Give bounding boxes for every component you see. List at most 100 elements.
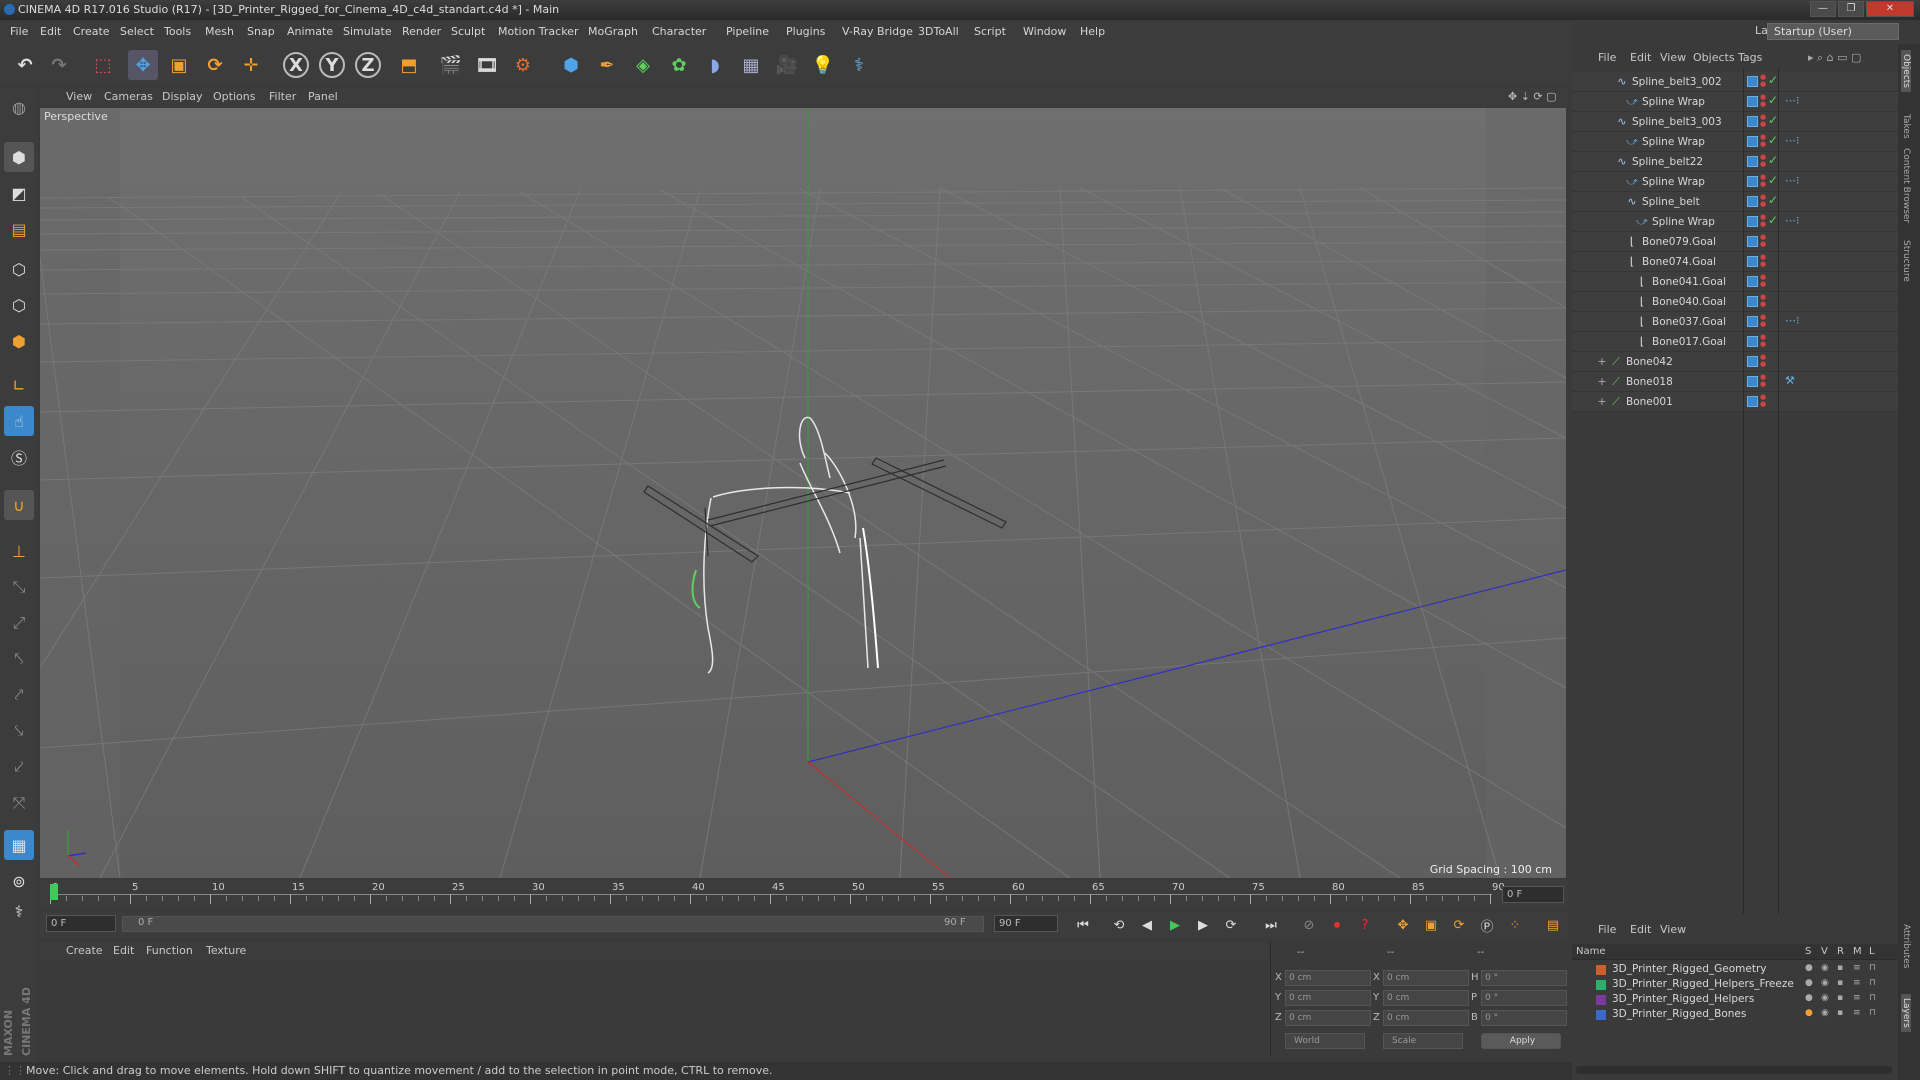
pos-y-field[interactable]: 0 cm <box>1285 990 1371 1006</box>
motion-record-icon[interactable]: ⊘ <box>1297 913 1321 937</box>
tab-structure[interactable]: Structure <box>1901 240 1911 282</box>
layer-color-swatch[interactable] <box>1747 136 1758 147</box>
menu-file[interactable]: File <box>10 25 28 38</box>
layer-flag-icon[interactable]: ◉ <box>1821 993 1829 1003</box>
object-name[interactable]: Spline Wrap <box>1642 96 1705 108</box>
auto-key-icon[interactable]: ? <box>1353 913 1377 937</box>
layer-col-m[interactable]: M <box>1853 946 1862 957</box>
layer-color-swatch[interactable] <box>1747 96 1758 107</box>
transform-icon[interactable]: ✛ <box>236 50 266 80</box>
object-name[interactable]: Bone074.Goal <box>1642 256 1716 268</box>
array-icon[interactable]: ✿ <box>664 50 694 80</box>
enabled-check-icon[interactable]: ✓ <box>1768 73 1778 87</box>
redo-icon[interactable]: ↷ <box>44 50 74 80</box>
camera-icon[interactable]: 🎥 <box>772 50 802 80</box>
layer-color-swatch[interactable] <box>1747 196 1758 207</box>
play-icon[interactable]: ▶ <box>1163 913 1187 937</box>
layer-row[interactable]: 3D_Printer_Rigged_Helpers_Freeze ● ◉ ▪ ≡ ⊓ <box>1572 977 1898 992</box>
layer-col-s[interactable]: S <box>1805 946 1811 957</box>
size-y-field[interactable]: 0 cm <box>1383 990 1469 1006</box>
visibility-dots-icon[interactable]: ● ● <box>1760 94 1766 108</box>
layer-color-swatch[interactable] <box>1596 1010 1606 1020</box>
close-button[interactable]: ✕ <box>1866 1 1914 17</box>
texture-mode-icon[interactable]: ◩ <box>4 178 34 208</box>
expand-icon[interactable]: + <box>1596 375 1608 388</box>
minimize-button[interactable]: — <box>1810 1 1836 17</box>
tab-takes[interactable]: Takes <box>1901 114 1911 139</box>
z-axis-icon[interactable]: Z <box>355 52 381 78</box>
visibility-dots-icon[interactable]: ● ● <box>1760 114 1766 128</box>
ik-tool-icon[interactable]: ⤡ <box>4 572 34 602</box>
om-menu-file[interactable]: File <box>1598 51 1616 64</box>
prev-key-icon[interactable]: ⟲ <box>1107 913 1131 937</box>
layer-flag-icon[interactable]: ≡ <box>1853 963 1861 973</box>
size-x-field[interactable]: 0 cm <box>1383 970 1469 986</box>
visibility-dots-icon[interactable]: ● ● <box>1760 154 1766 168</box>
visibility-dots-icon[interactable]: ● ● <box>1760 294 1766 308</box>
layer-col-name[interactable]: Name <box>1576 946 1606 957</box>
timeline-ruler[interactable]: 051015202530354045505560657075808590 0 F <box>40 880 1568 910</box>
menu-sculpt[interactable]: Sculpt <box>451 25 485 38</box>
scale-dropdown[interactable]: Scale <box>1383 1033 1463 1049</box>
pose-tool-icon[interactable]: ⤧ <box>4 788 34 818</box>
menu-mograph[interactable]: MoGraph <box>588 25 638 38</box>
polygons-mode-icon[interactable]: ⬢ <box>4 326 34 356</box>
rot-b-field[interactable]: 0 ° <box>1481 1010 1567 1026</box>
start-frame-field[interactable]: 0 F <box>46 915 116 932</box>
layer-color-swatch[interactable] <box>1747 276 1758 287</box>
workplane-icon[interactable]: ▤ <box>4 214 34 244</box>
menu-animate[interactable]: Animate <box>287 25 333 38</box>
pos-z-field[interactable]: 0 cm <box>1285 1010 1371 1026</box>
key-rotation-icon[interactable]: ⟳ <box>1447 913 1471 937</box>
go-to-end-icon[interactable]: ⏭ <box>1259 913 1283 937</box>
maximize-button[interactable]: ❐ <box>1838 1 1864 17</box>
render-settings-icon[interactable]: ⚙ <box>508 50 538 80</box>
spiral-icon[interactable]: ⊚ <box>4 866 34 896</box>
undo-icon[interactable]: ↶ <box>10 50 40 80</box>
render-view-icon[interactable]: 🎬 <box>436 50 466 80</box>
layer-flag-icon[interactable]: ● <box>1805 978 1813 988</box>
tag-icon[interactable]: ⋯⁝ <box>1785 174 1800 187</box>
om-menu-objects[interactable]: Objects <box>1693 51 1735 64</box>
layer-flag-icon[interactable]: ◉ <box>1821 1008 1829 1018</box>
tag-icon[interactable]: ⋯⁝ <box>1785 134 1800 147</box>
mat-menu-create[interactable]: Create <box>66 944 103 957</box>
size-z-field[interactable]: 0 cm <box>1383 1010 1469 1026</box>
mat-menu-texture[interactable]: Texture <box>206 944 246 957</box>
object-name[interactable]: Spline_belt <box>1642 196 1700 208</box>
object-name[interactable]: Bone040.Goal <box>1652 296 1726 308</box>
coordinate-system-icon[interactable]: ⬒ <box>394 50 424 80</box>
rotate-icon[interactable]: ⟳ <box>200 50 230 80</box>
layer-flag-icon[interactable]: ⊓ <box>1869 978 1876 988</box>
move-icon[interactable]: ✥ <box>128 50 158 80</box>
object-row[interactable]: + ⟋ Bone018 ● ● ⚒ <box>1572 372 1898 392</box>
enabled-check-icon[interactable]: ✓ <box>1768 193 1778 207</box>
pos-x-field[interactable]: 0 cm <box>1285 970 1371 986</box>
layer-color-swatch[interactable] <box>1596 965 1606 975</box>
object-name[interactable]: Bone001 <box>1626 396 1673 408</box>
scale-icon[interactable]: ▣ <box>164 50 194 80</box>
vp-menu-cameras[interactable]: Cameras <box>104 90 153 103</box>
tag-icon[interactable]: ⋯⁝ <box>1785 94 1800 107</box>
enabled-check-icon[interactable]: ✓ <box>1768 153 1778 167</box>
vp-menu-filter[interactable]: Filter <box>269 90 296 103</box>
layer-flag-icon[interactable]: ⊓ <box>1869 1008 1876 1018</box>
layer-flag-icon[interactable]: ≡ <box>1853 993 1861 1003</box>
object-mode-icon[interactable]: ⬢ <box>4 142 34 172</box>
object-row[interactable]: ∿ Spline_belt3_003 ● ● ✓ <box>1572 112 1898 132</box>
next-key-icon[interactable]: ⟳ <box>1219 913 1243 937</box>
viewport-perspective[interactable]: Perspective Grid Spacing : 100 cm <box>40 108 1566 878</box>
end-frame-field[interactable]: 90 F <box>994 915 1058 932</box>
visibility-dots-icon[interactable]: ● ● <box>1760 334 1766 348</box>
record-icon[interactable]: ⏺ <box>1325 913 1349 937</box>
key-position-icon[interactable]: ✥ <box>1391 913 1415 937</box>
menu-3dtoall[interactable]: 3DToAll <box>918 25 959 38</box>
layer-flag-icon[interactable]: ≡ <box>1853 978 1861 988</box>
layer-flag-icon[interactable]: ◉ <box>1821 978 1829 988</box>
layer-col-v[interactable]: V <box>1821 946 1828 957</box>
layer-color-swatch[interactable] <box>1747 336 1758 347</box>
layer-color-swatch[interactable] <box>1747 176 1758 187</box>
layer-color-swatch[interactable] <box>1747 156 1758 167</box>
layer-flag-icon[interactable]: ▪ <box>1837 993 1843 1003</box>
layout-dropdown[interactable]: Startup (User) <box>1767 23 1899 40</box>
